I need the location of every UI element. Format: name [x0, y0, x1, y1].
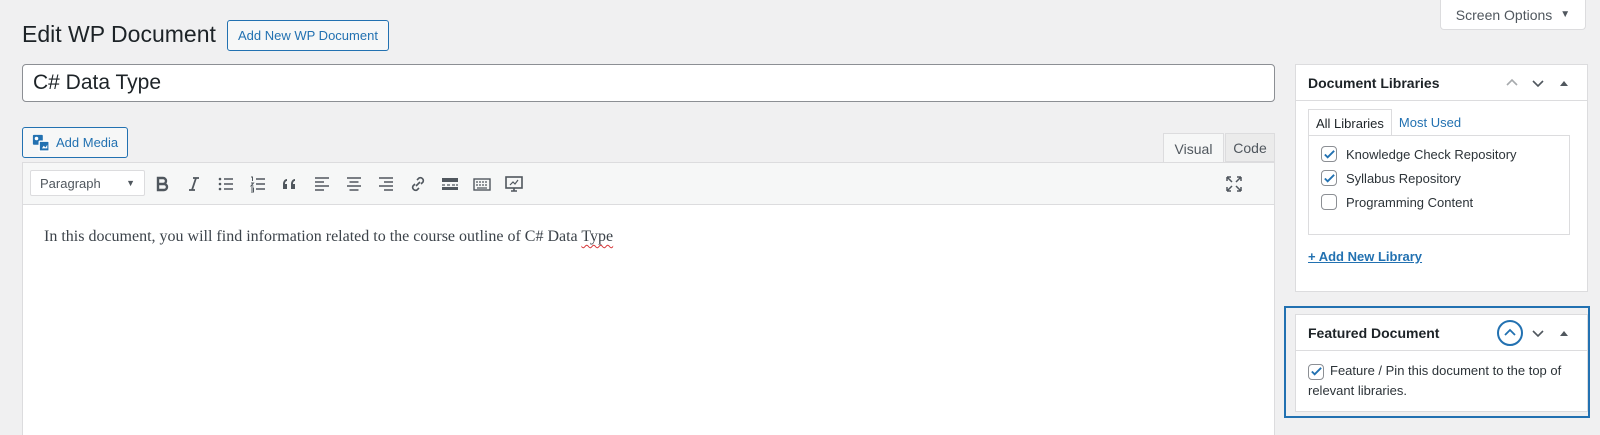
list-item[interactable]: Programming Content: [1321, 190, 1557, 214]
featured-document-box: Featured Document Feature / Pin this doc…: [1295, 314, 1588, 412]
add-new-document-button[interactable]: Add New WP Document: [227, 20, 389, 51]
screen-options-button[interactable]: Screen Options ▼: [1440, 0, 1586, 30]
bulleted-list-icon[interactable]: [213, 171, 239, 197]
checkbox-checked[interactable]: [1321, 170, 1337, 186]
add-media-button[interactable]: Add Media: [22, 127, 129, 158]
page-title: Edit WP Document: [22, 21, 216, 47]
collapse-triangle-icon[interactable]: [1553, 72, 1575, 94]
featured-document-title: Featured Document: [1308, 324, 1440, 341]
checkbox-checked[interactable]: [1321, 146, 1337, 162]
read-more-icon[interactable]: [437, 171, 463, 197]
blockquote-icon[interactable]: [277, 171, 303, 197]
tab-most-used[interactable]: Most Used: [1392, 109, 1468, 136]
screen-options-label: Screen Options: [1455, 6, 1553, 23]
align-center-icon[interactable]: [341, 171, 367, 197]
content-editor[interactable]: Paragraph ▼ In this document, you will f…: [22, 162, 1275, 435]
move-up-icon[interactable]: [1497, 319, 1523, 346]
numbered-list-icon[interactable]: [245, 171, 271, 197]
format-select[interactable]: Paragraph ▼: [30, 170, 145, 196]
toolbar-toggle-icon[interactable]: [469, 171, 495, 197]
move-down-icon[interactable]: [1527, 322, 1549, 344]
caret-down-icon: ▼: [1560, 9, 1571, 20]
editor-content-text: In this document, you will find informat…: [44, 228, 582, 245]
tab-visual[interactable]: Visual: [1163, 133, 1224, 163]
document-libraries-header: Document Libraries: [1296, 65, 1587, 101]
collapse-triangle-icon[interactable]: [1553, 322, 1575, 344]
checkmark-icon: [1310, 367, 1322, 376]
title-input[interactable]: C# Data Type: [22, 64, 1275, 102]
align-left-icon[interactable]: [309, 171, 335, 197]
featured-document-header: Featured Document: [1296, 315, 1587, 351]
editor-toolbar: Paragraph ▼: [23, 163, 1274, 205]
media-icon: [32, 134, 50, 152]
chevron-down-icon: ▼: [126, 178, 135, 188]
list-item[interactable]: Knowledge Check Repository: [1321, 142, 1557, 166]
library-checklist: Knowledge Check Repository Syllabus Repo…: [1308, 135, 1570, 235]
misspelled-word: Type: [581, 228, 614, 245]
feature-checkbox-label: Feature / Pin this document to the top o…: [1308, 363, 1562, 398]
italic-icon[interactable]: [181, 171, 207, 197]
fullscreen-icon[interactable]: [1221, 171, 1247, 197]
checkmark-icon: [1323, 173, 1335, 183]
move-up-icon[interactable]: [1501, 72, 1523, 94]
library-label: Programming Content: [1346, 194, 1474, 210]
link-icon[interactable]: [405, 171, 431, 197]
checkbox-checked[interactable]: [1308, 363, 1324, 380]
checkbox-unchecked[interactable]: [1321, 194, 1337, 210]
document-libraries-title: Document Libraries: [1308, 74, 1440, 91]
tab-all-libraries[interactable]: All Libraries: [1308, 109, 1392, 136]
format-select-value: Paragraph: [40, 175, 101, 191]
library-label: Syllabus Repository: [1346, 170, 1461, 186]
feature-checkbox-row[interactable]: Feature / Pin this document to the top o…: [1296, 351, 1587, 411]
bold-icon[interactable]: [149, 171, 175, 197]
add-media-label: Add Media: [56, 135, 119, 150]
editor-content[interactable]: In this document, you will find informat…: [44, 228, 613, 246]
align-right-icon[interactable]: [373, 171, 399, 197]
tab-code[interactable]: Code: [1225, 133, 1275, 162]
checkmark-icon: [1323, 149, 1335, 159]
list-item[interactable]: Syllabus Repository: [1321, 166, 1557, 190]
display-icon[interactable]: [501, 171, 527, 197]
move-down-icon[interactable]: [1527, 72, 1549, 94]
add-new-library-link[interactable]: + Add New Library: [1308, 249, 1422, 264]
library-label: Knowledge Check Repository: [1346, 146, 1517, 162]
document-libraries-box: Document Libraries All Libraries Most Us…: [1295, 64, 1588, 292]
